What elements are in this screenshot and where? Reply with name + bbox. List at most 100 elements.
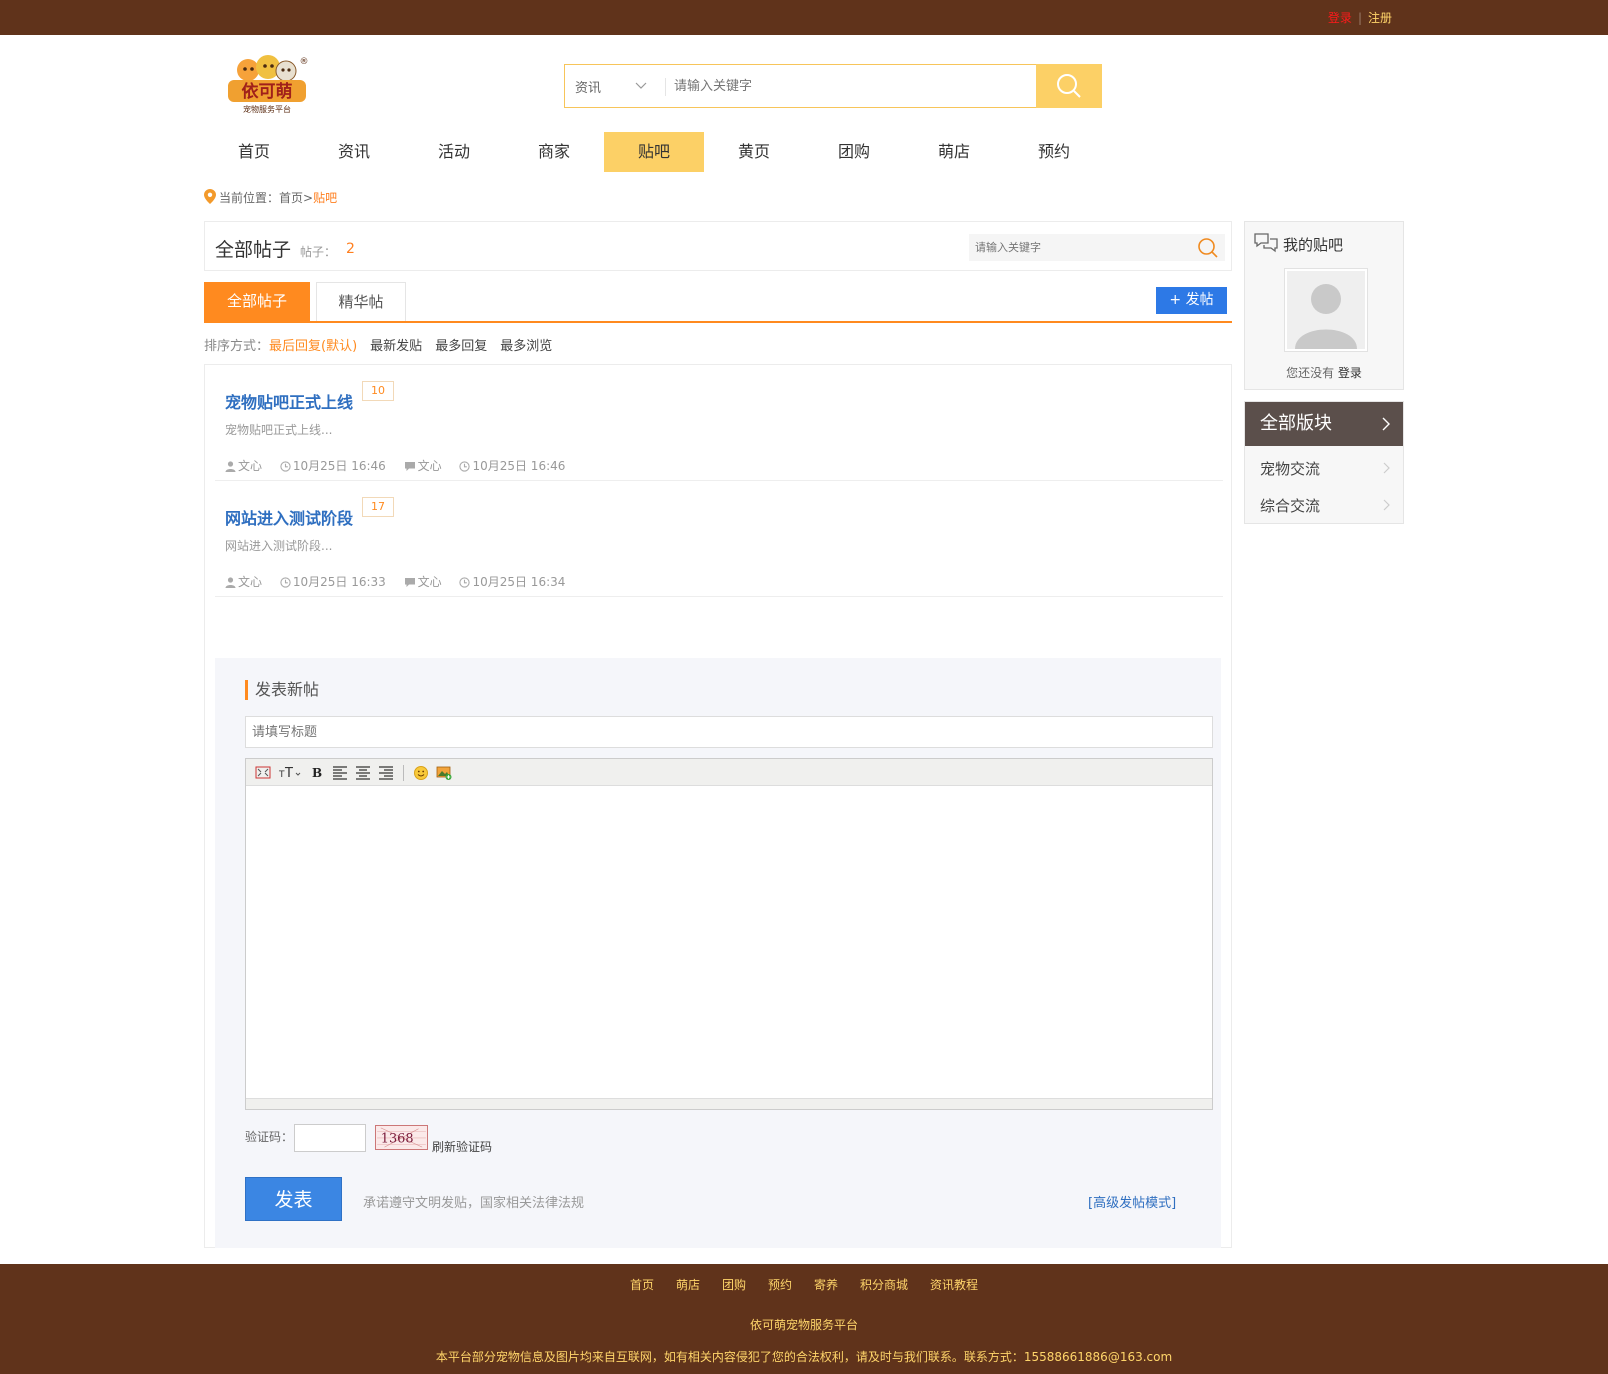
clock-icon [280,461,291,472]
post-title-input[interactable] [245,716,1213,748]
logo-subtitle: 宠物服务平台 [243,104,291,114]
chevron-right-icon [1383,499,1390,511]
board-item-general-exchange[interactable]: 综合交流 [1260,495,1390,516]
post-last-replier[interactable]: 文心 [418,459,442,473]
search-icon[interactable] [1197,237,1219,259]
login-prompt-text: 您还没有 [1286,366,1335,380]
register-link[interactable]: 注册 [1368,11,1392,25]
footer-link-group-buy[interactable]: 团购 [722,1278,746,1292]
breadcrumb-home[interactable]: 首页 [279,191,303,205]
post-count: 2 [346,241,355,257]
emoji-icon[interactable] [412,764,430,781]
post-author[interactable]: 文心 [238,575,262,589]
sort-last-reply[interactable]: 最后回复(默认) [269,339,357,354]
post-last-replier[interactable]: 文心 [418,575,442,589]
footer-link-tutorials[interactable]: 资讯教程 [930,1278,978,1292]
submit-post-button[interactable]: 发表 [245,1177,342,1221]
search-category-select[interactable]: 资讯 [575,77,665,96]
align-right-icon[interactable] [377,764,395,781]
avatar[interactable] [1284,268,1368,352]
forum-search [969,234,1225,261]
editor-resize-bar[interactable] [246,1098,1212,1109]
insert-image-icon[interactable] [435,764,453,781]
footer-links: 首页 萌店 团购 预约 寄养 积分商城 资讯教程 [0,1276,1608,1293]
bold-icon[interactable]: B [308,764,326,781]
nav-item-merchants[interactable]: 商家 [504,132,604,172]
comment-icon [404,578,415,587]
footer-link-booking[interactable]: 预约 [768,1278,792,1292]
clock-icon [459,577,471,588]
post-author[interactable]: 文心 [238,459,262,473]
site-search: 资讯 [564,64,1102,108]
advanced-mode-link[interactable]: [高级发帖模式] [1088,1192,1176,1211]
sort-most-replies[interactable]: 最多回复 [435,339,487,354]
civility-pledge: 承诺遵守文明发贴，国家相关法律法规 [363,1196,585,1211]
login-link[interactable]: 登录 [1328,11,1352,25]
search-button[interactable] [1036,64,1102,108]
font-size-icon[interactable]: TT [278,764,302,781]
forum-header: 全部帖子 帖子： 2 [204,221,1232,271]
nav-item-forum[interactable]: 贴吧 [604,132,704,172]
tab-featured-posts[interactable]: 精华帖 [316,282,406,321]
board-list: 全部版块 宠物交流 综合交流 [1244,401,1404,524]
footer-link-boarding[interactable]: 寄养 [814,1278,838,1292]
search-input[interactable] [674,71,1014,101]
all-boards-header[interactable]: 全部版块 [1245,402,1403,446]
forum-tabs: 全部帖子 精华帖 + 发帖 [204,282,1232,323]
chevron-right-icon [1383,462,1390,474]
post-created-time: 10月25日 16:33 [292,575,386,589]
list-item: 网站进入测试阶段 17 网站进入测试阶段... 文心 10月25日 16:33 … [215,481,1223,597]
nav-item-booking[interactable]: 预约 [1004,132,1104,172]
reply-count-badge: 17 [362,497,394,517]
captcha-label: 验证码： [245,1130,294,1144]
post-title[interactable]: 网站进入测试阶段 [225,505,353,529]
account-links: 登录 | 注册 [1328,9,1392,26]
footer-platform-name: 依可萌宠物服务平台 [749,1318,858,1332]
footer-link-home[interactable]: 首页 [630,1278,654,1292]
nav-item-events[interactable]: 活动 [404,132,504,172]
post-count-label: 帖子： [300,245,337,259]
post-title[interactable]: 宠物贴吧正式上线 [225,389,353,413]
sort-label: 排序方式： [204,339,270,354]
align-center-icon[interactable] [354,764,372,781]
nav-item-home[interactable]: 首页 [204,132,304,172]
post-last-reply-time: 10月25日 16:46 [472,459,566,473]
all-boards-title: 全部版块 [1260,413,1332,434]
board-item-label: 综合交流 [1260,497,1321,515]
nav-item-group-buy[interactable]: 团购 [804,132,904,172]
nav-item-yellow-pages[interactable]: 黄页 [704,132,804,172]
rich-text-editor[interactable]: TT B [245,758,1213,1110]
new-post-button[interactable]: + 发帖 [1156,287,1227,314]
site-logo[interactable]: 依可萌 宠物服务平台 ® [226,54,310,116]
board-item-pet-exchange[interactable]: 宠物交流 [1260,458,1390,479]
captcha-input[interactable] [294,1124,366,1152]
fullscreen-icon[interactable] [254,764,272,781]
captcha-image[interactable]: 1368 [375,1125,428,1150]
nav-item-news[interactable]: 资讯 [304,132,404,172]
my-forum-title: 我的贴吧 [1283,236,1344,254]
forum-search-input[interactable] [975,238,1185,257]
search-divider [665,78,666,96]
tab-all-posts[interactable]: 全部帖子 [204,282,310,321]
align-left-icon[interactable] [331,764,349,781]
sort-most-views[interactable]: 最多浏览 [500,339,552,354]
post-meta: 文心 10月25日 16:33 文心 10月25日 16:34 [225,573,579,590]
default-avatar-icon [1287,271,1365,349]
chat-bubbles-icon [1254,233,1278,253]
post-meta: 文心 10月25日 16:46 文心 10月25日 16:46 [225,457,579,474]
login-prompt: 您还没有 登录 [1245,364,1403,381]
svg-text:T: T [284,766,293,781]
sidebar-login-link[interactable]: 登录 [1338,366,1362,380]
logo-mascot-icon: 依可萌 宠物服务平台 ® [228,55,309,114]
new-post-heading: 发表新帖 [245,680,319,700]
footer-link-shop[interactable]: 萌店 [676,1278,700,1292]
footer-link-points-mall[interactable]: 积分商城 [860,1278,908,1292]
refresh-captcha-link[interactable]: 刷新验证码 [432,1138,492,1155]
search-icon [1057,74,1081,98]
logo-registered-mark: ® [300,57,309,67]
svg-text:T: T [278,770,285,780]
user-icon [225,461,236,472]
sort-newest[interactable]: 最新发贴 [370,339,422,354]
nav-item-shop[interactable]: 萌店 [904,132,1004,172]
post-excerpt: 宠物贴吧正式上线... [225,423,333,437]
